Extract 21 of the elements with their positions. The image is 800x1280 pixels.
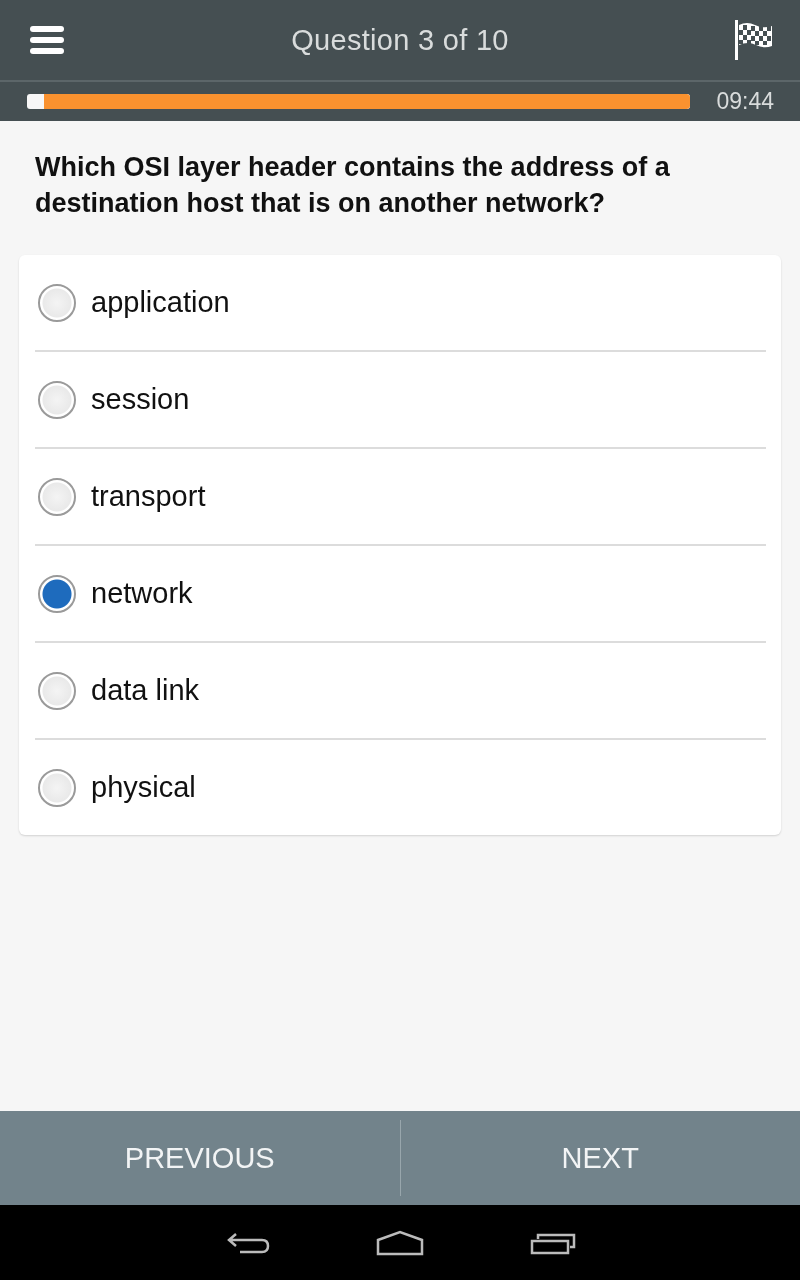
option-label[interactable]: session xyxy=(91,383,190,416)
option-label[interactable]: network xyxy=(91,577,193,610)
question-counter: Question 3 of 10 xyxy=(291,23,509,57)
radio-button[interactable] xyxy=(38,671,76,710)
next-button[interactable]: NEXT xyxy=(400,1111,800,1205)
radio-button[interactable] xyxy=(38,574,76,613)
option-label[interactable]: data link xyxy=(91,674,199,707)
option-label[interactable]: physical xyxy=(91,771,196,804)
menu-icon[interactable] xyxy=(30,26,64,54)
previous-button[interactable]: PREVIOUS xyxy=(0,1111,400,1205)
radio-button[interactable] xyxy=(38,768,76,807)
back-icon[interactable] xyxy=(226,1230,270,1255)
checkered-flag-icon[interactable] xyxy=(734,20,774,60)
radio-button[interactable] xyxy=(38,283,76,322)
radio-button[interactable] xyxy=(38,380,76,419)
question-text: Which OSI layer header contains the address of a destination host that is on another network? xyxy=(35,151,671,220)
option-label[interactable]: application xyxy=(91,286,230,319)
timer-text: 09:44 xyxy=(716,88,774,115)
option-label[interactable]: transport xyxy=(91,480,206,513)
radio-button[interactable] xyxy=(38,477,76,516)
home-icon[interactable] xyxy=(376,1229,424,1256)
